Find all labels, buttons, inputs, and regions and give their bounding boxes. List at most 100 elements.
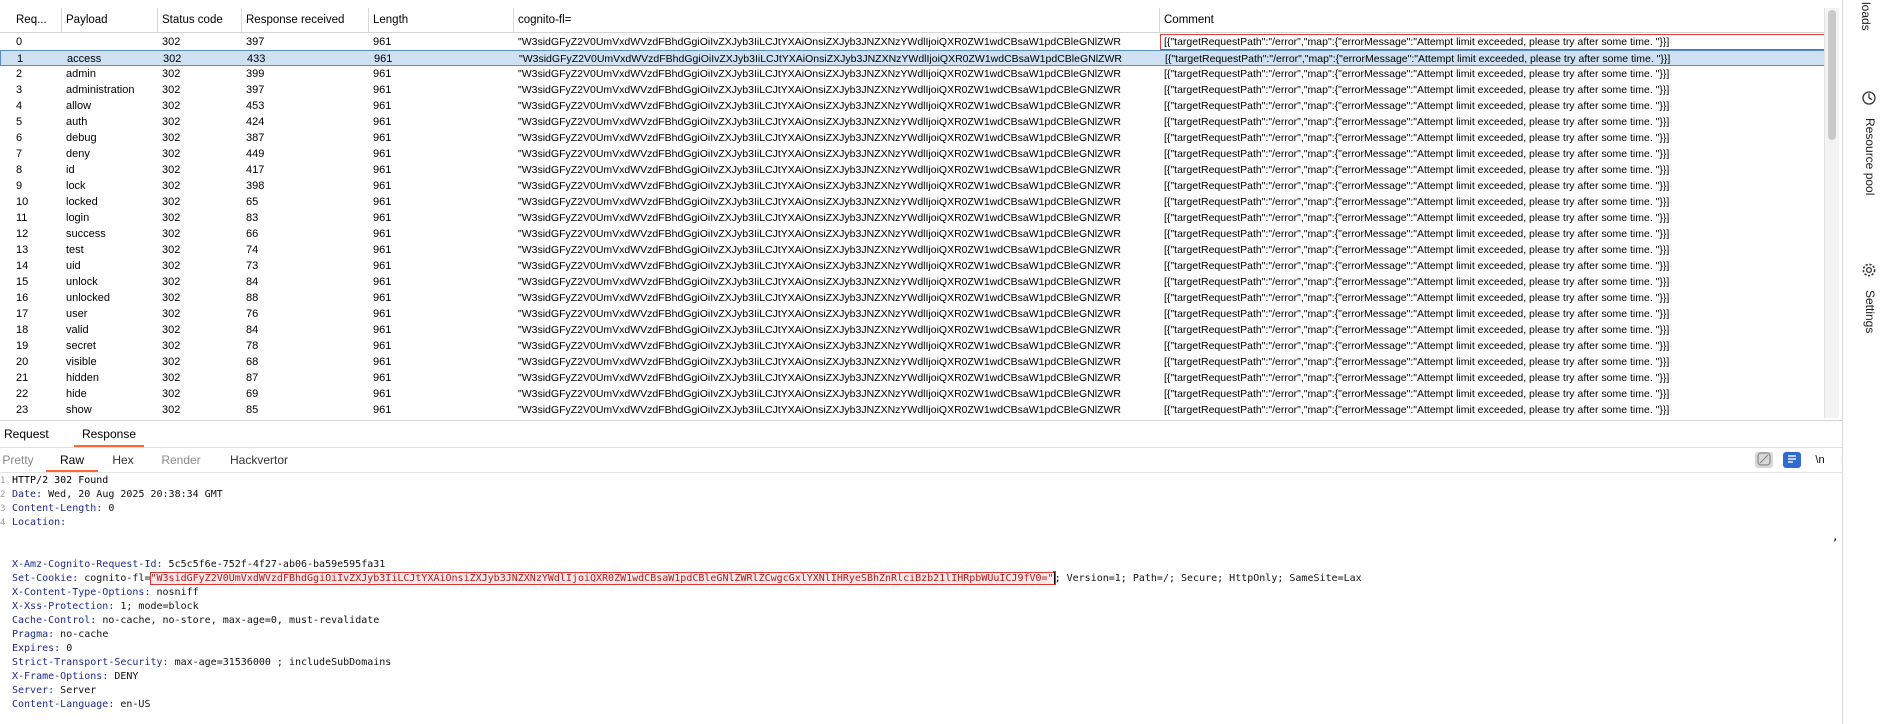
cell-cognito-fl: "W3sidGFyZ2V0UmVxdWVzdFBhdGgiOiIvZXJyb3I… (518, 36, 1121, 48)
table-row[interactable]: 9 lock 302 398 961 "W3sidGFyZ2V0UmVxdWVzdFBhd… (0, 178, 1824, 194)
cell-received: 417 (246, 164, 265, 176)
table-row[interactable]: 16 unlocked 302 88 961 "W3sidGFyZ2V0UmVxdWVzd… (0, 290, 1824, 306)
header-length[interactable]: Length (369, 8, 514, 32)
cell-status: 302 (162, 148, 181, 160)
header-value: Server (60, 685, 97, 696)
newline-toggle-icon[interactable]: \n (1811, 452, 1829, 468)
header-line: Content-Language: en-US (12, 699, 151, 710)
table-row[interactable]: 14 uid 302 73 961 "W3sidGFyZ2V0UmVxdWVzdFBhdG… (0, 258, 1824, 274)
cell-length: 961 (373, 292, 392, 304)
cell-received: 66 (246, 228, 259, 240)
cell-status: 302 (162, 100, 181, 112)
cell-cognito-fl: "W3sidGFyZ2V0UmVxdWVzdFBhdGgiOiIvZXJyb3I… (518, 356, 1121, 368)
cell-payload: test (66, 244, 84, 256)
line-gutter: 4 (0, 518, 6, 528)
hide-nonprintable-icon[interactable] (1755, 452, 1773, 468)
cell-req: 8 (16, 164, 23, 176)
cell-comment: [{"targetRequestPath":"/error","map":{"e… (1164, 228, 1670, 240)
table-row[interactable]: 20 visible 302 68 961 "W3sidGFyZ2V0UmVxdWVzdF… (0, 354, 1824, 370)
cell-status: 302 (162, 228, 181, 240)
header-value: Wed, 20 Aug 2025 20:38:34 GMT (48, 489, 223, 500)
cell-comment: [{"targetRequestPath":"/error","map":{"e… (1165, 53, 1671, 65)
side-item-resource-pool[interactable]: Resource pool (1843, 90, 1895, 240)
cell-received: 74 (246, 244, 259, 256)
cell-cognito-fl: "W3sidGFyZ2V0UmVxdWVzdFBhdGgiOiIvZXJyb3I… (518, 260, 1121, 272)
cell-status: 302 (162, 164, 181, 176)
table-row[interactable]: 13 test 302 74 961 "W3sidGFyZ2V0UmVxdWVzdFBhd… (0, 242, 1824, 258)
table-row[interactable]: 10 locked 302 65 961 "W3sidGFyZ2V0UmVxdWVzdFB… (0, 194, 1824, 210)
cell-payload: allow (66, 100, 92, 112)
cell-received: 387 (246, 132, 265, 144)
tab-hex[interactable]: Hex (108, 448, 138, 472)
cell-length: 961 (373, 68, 392, 80)
cell-payload: success (66, 228, 106, 240)
table-scrollbar[interactable] (1824, 8, 1839, 418)
header-cognito-fl[interactable]: cognito-fl= (514, 8, 1160, 32)
header-status-code[interactable]: Status code (158, 8, 242, 32)
cell-payload: deny (66, 148, 90, 160)
table-row[interactable]: 12 success 302 66 961 "W3sidGFyZ2V0UmVxdWVzdF… (0, 226, 1824, 242)
header-line-date: Date: Wed, 20 Aug 2025 20:38:34 GMT (12, 489, 223, 500)
tab-response[interactable]: Response (74, 421, 144, 447)
table-row[interactable]: 1 access 302 433 961 "W3sidGFyZ2V0UmVxdWVzdFB… (0, 50, 1824, 66)
header-name: X-Amz-Cognito-Request-Id (12, 559, 157, 570)
table-row[interactable]: 5 auth 302 424 961 "W3sidGFyZ2V0UmVxdWVzdFBhd… (0, 114, 1824, 130)
table-row[interactable]: 17 user 302 76 961 "W3sidGFyZ2V0UmVxdWVzdFBhd… (0, 306, 1824, 322)
table-row[interactable]: 23 show 302 85 961 "W3sidGFyZ2V0UmVxdWVzdFBhd… (0, 402, 1824, 418)
cell-received: 73 (246, 260, 259, 272)
header-payload[interactable]: Payload (62, 8, 158, 32)
header-name: Expires (12, 643, 55, 654)
table-row[interactable]: 11 login 302 83 961 "W3sidGFyZ2V0UmVxdWVzdFBh… (0, 210, 1824, 226)
table-row[interactable]: 21 hidden 302 87 961 "W3sidGFyZ2V0UmVxdWVzdFB… (0, 370, 1824, 386)
tab-hackvertor[interactable]: Hackvertor (224, 448, 294, 472)
cell-req: 6 (16, 132, 23, 144)
header-response-received[interactable]: Response received (242, 8, 369, 32)
header-line-content-length: Content-Length: 0 (12, 503, 115, 514)
header-comment[interactable]: Comment (1160, 8, 1824, 32)
cell-length: 961 (373, 84, 392, 96)
cookie-attributes: ; Version=1; Path=/; Secure; HttpOnly; S… (1054, 573, 1362, 584)
wrap-lines-icon[interactable] (1783, 452, 1801, 468)
cell-received: 453 (246, 100, 265, 112)
results-table: Req... Payload Status code Response rece… (0, 0, 1842, 418)
cell-req: 10 (16, 196, 29, 208)
table-row[interactable]: 19 secret 302 78 961 "W3sidGFyZ2V0UmVxdWVzdFB… (0, 338, 1824, 354)
table-row[interactable]: 15 unlock 302 84 961 "W3sidGFyZ2V0UmVxdWVzdFB… (0, 274, 1824, 290)
side-item-downloads[interactable]: loads (1843, 0, 1895, 70)
cell-received: 78 (246, 340, 259, 352)
table-row[interactable]: 3 administration 302 397 961 "W3sidGFyZ2V0UmV… (0, 82, 1824, 98)
cell-length: 961 (373, 244, 392, 256)
tab-pretty[interactable]: Pretty (0, 448, 36, 472)
header-value: 0 (108, 503, 115, 514)
table-row[interactable]: 8 id 302 417 961 "W3sidGFyZ2V0UmVxdWVzdFBhdGg… (0, 162, 1824, 178)
table-row[interactable]: 6 debug 302 387 961 "W3sidGFyZ2V0UmVxdWVzdFBh… (0, 130, 1824, 146)
table-row[interactable]: 0 302 397 961 "W3sidGFyZ2V0UmVxdWVzdFBhdGgiO… (0, 34, 1824, 50)
cell-received: 399 (246, 68, 265, 80)
table-scrollbar-thumb[interactable] (1828, 10, 1836, 140)
cookie-value-highlight[interactable]: "W3sidGFyZ2V0UmVxdWVzdFBhdGgiOiIvZXJyb3I… (149, 572, 1056, 585)
table-row[interactable]: 2 admin 302 399 961 "W3sidGFyZ2V0UmVxdWVzdFBh… (0, 66, 1824, 82)
cell-payload: secret (66, 340, 96, 352)
header-request[interactable]: Req... (12, 8, 62, 32)
cell-payload: admin (66, 68, 96, 80)
tab-render[interactable]: Render (158, 448, 204, 472)
response-editor[interactable]: HTTP/2 302 Found Date: Wed, 20 Aug 2025 … (0, 474, 1842, 724)
cell-req: 2 (16, 68, 23, 80)
cell-received: 68 (246, 356, 259, 368)
tab-request[interactable]: Request (0, 421, 53, 447)
tab-raw[interactable]: Raw (46, 448, 98, 472)
header-name: Content-Language (12, 699, 109, 710)
cell-received: 424 (246, 116, 265, 128)
cell-received: 84 (246, 276, 259, 288)
table-row[interactable]: 4 allow 302 453 961 "W3sidGFyZ2V0UmVxdWVzdFBh… (0, 98, 1824, 114)
table-row[interactable]: 22 hide 302 69 961 "W3sidGFyZ2V0UmVxdWVzdFBhd… (0, 386, 1824, 402)
line-gutter: 3 (0, 504, 6, 514)
table-row[interactable]: 18 valid 302 84 961 "W3sidGFyZ2V0UmVxdWVzdFBh… (0, 322, 1824, 338)
cell-comment: [{"targetRequestPath":"/error","map":{"e… (1164, 324, 1670, 336)
side-item-settings[interactable]: Settings (1843, 262, 1895, 342)
cell-payload: locked (66, 196, 98, 208)
cell-cognito-fl: "W3sidGFyZ2V0UmVxdWVzdFBhdGgiOiIvZXJyb3I… (518, 148, 1121, 160)
table-row[interactable]: 7 deny 302 449 961 "W3sidGFyZ2V0UmVxdWVzdFBhd… (0, 146, 1824, 162)
cell-req: 17 (16, 308, 29, 320)
cell-received: 87 (246, 372, 259, 384)
